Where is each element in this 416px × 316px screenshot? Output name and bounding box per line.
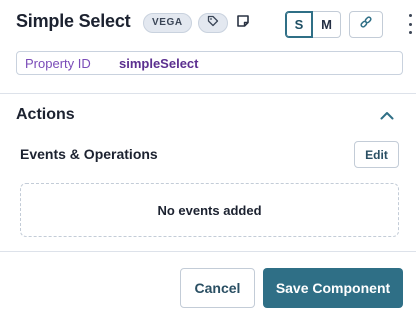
tag-button[interactable] <box>198 13 228 33</box>
property-id-value: simpleSelect <box>119 55 199 71</box>
component-title: Simple Select <box>16 11 131 31</box>
tag-icon <box>207 14 219 32</box>
property-id-field: Property ID simpleSelect <box>16 51 403 75</box>
events-operations-label: Events & Operations <box>20 146 158 162</box>
chevron-up-icon[interactable] <box>378 108 396 122</box>
edit-events-button[interactable]: Edit <box>354 141 399 168</box>
actions-section-title: Actions <box>16 106 75 123</box>
link-button[interactable] <box>349 11 383 38</box>
size-s-button[interactable]: S <box>285 11 313 38</box>
panel-header: Simple Select VEGA S M <box>0 0 416 48</box>
size-toggle-group: S M <box>285 11 341 38</box>
empty-state-text: No events added <box>157 202 262 218</box>
property-id-label: Property ID <box>25 55 91 71</box>
header-divider <box>0 93 416 94</box>
note-icon <box>236 14 250 33</box>
events-empty-state: No events added <box>20 183 399 237</box>
size-m-button[interactable]: M <box>313 11 341 38</box>
kebab-menu-icon[interactable] <box>407 14 413 34</box>
link-icon <box>359 15 373 34</box>
note-button[interactable] <box>234 13 252 33</box>
component-settings-panel: Simple Select VEGA S M Property ID simpl… <box>0 0 416 316</box>
save-component-button[interactable]: Save Component <box>263 268 403 308</box>
cancel-button[interactable]: Cancel <box>180 268 255 308</box>
vega-badge: VEGA <box>143 13 192 33</box>
footer-divider <box>0 251 416 252</box>
